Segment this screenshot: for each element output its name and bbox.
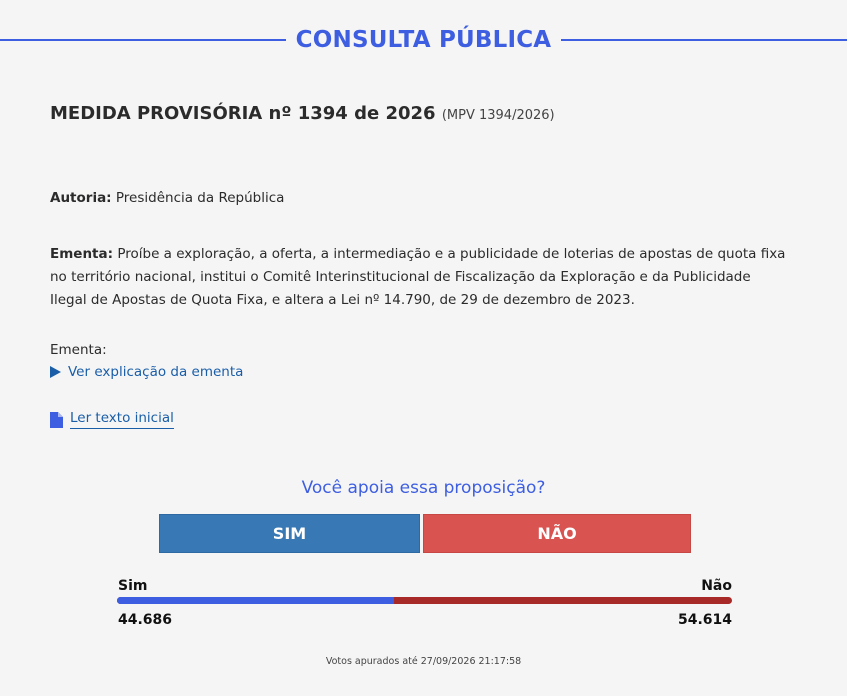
ementa-section-label: Ementa: bbox=[50, 342, 107, 358]
votes-timestamp: Votos apurados até 27/09/2026 21:17:58 bbox=[325, 656, 522, 667]
ementa-label: Ementa: bbox=[50, 246, 114, 262]
result-bar bbox=[117, 597, 732, 604]
vote-question: Você apoia essa proposição? bbox=[301, 478, 546, 498]
header-divider-right bbox=[561, 39, 847, 41]
autoria-row: Autoria: Presidência da República bbox=[50, 190, 284, 206]
vote-nao-button[interactable]: NÃO bbox=[423, 514, 691, 553]
vote-sim-button[interactable]: SIM bbox=[159, 514, 420, 553]
document-icon bbox=[50, 411, 63, 428]
result-sim-count: 44.686 bbox=[118, 612, 173, 628]
ver-explicacao-label: Ver explicação da ementa bbox=[68, 364, 244, 380]
ementa-block: Ementa: Proíbe a exploração, a oferta, a… bbox=[50, 243, 790, 312]
result-bar-sim-fill bbox=[117, 597, 394, 604]
proposal-name: MEDIDA PROVISÓRIA nº 1394 de 2026 bbox=[50, 103, 436, 124]
proposal-code: (MPV 1394/2026) bbox=[441, 108, 555, 123]
play-triangle-icon bbox=[50, 366, 61, 378]
ler-texto-label: Ler texto inicial bbox=[70, 410, 174, 429]
proposal-title: MEDIDA PROVISÓRIA nº 1394 de 2026 (MPV 1… bbox=[50, 103, 555, 124]
result-sim-label: Sim bbox=[118, 578, 148, 594]
ver-explicacao-link[interactable]: Ver explicação da ementa bbox=[50, 364, 243, 380]
autoria-label: Autoria: bbox=[50, 190, 112, 206]
ler-texto-link[interactable]: Ler texto inicial bbox=[50, 410, 174, 429]
autoria-value: Presidência da República bbox=[115, 190, 285, 206]
result-nao-label: Não bbox=[701, 578, 732, 594]
page-header: CONSULTA PÚBLICA bbox=[0, 22, 847, 58]
ementa-text: Proíbe a exploração, a oferta, a interme… bbox=[50, 246, 786, 308]
result-nao-count: 54.614 bbox=[677, 612, 732, 628]
